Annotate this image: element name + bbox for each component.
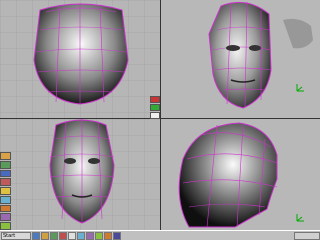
viewport-top-canvas <box>0 0 160 118</box>
viewport-front-canvas <box>0 119 160 230</box>
camera-icon[interactable] <box>0 213 11 222</box>
app-icon-5[interactable] <box>68 231 76 240</box>
viewport-top[interactable] <box>0 0 160 118</box>
app-icon-7[interactable] <box>86 231 94 240</box>
viewport-perspective[interactable] <box>161 0 320 118</box>
viewport-perspective-canvas <box>161 0 320 118</box>
white-swatch-icon[interactable] <box>150 112 160 119</box>
mid-toolbar <box>150 96 162 122</box>
system-tray[interactable] <box>294 231 320 240</box>
render-icon[interactable] <box>0 152 11 160</box>
viewport-front[interactable] <box>0 119 160 230</box>
app-icon-6[interactable] <box>77 231 85 240</box>
side-toolbar <box>0 152 12 231</box>
axis-gizmo-icon <box>296 214 304 222</box>
green-swatch-icon[interactable] <box>150 104 160 111</box>
app-icon-9[interactable] <box>104 231 112 240</box>
app-icon-2[interactable] <box>41 231 49 240</box>
app-icon-1[interactable] <box>32 231 40 240</box>
app-icon-4[interactable] <box>59 231 67 240</box>
move-icon[interactable] <box>0 169 11 178</box>
app-icon-8[interactable] <box>95 231 103 240</box>
app-icon-10[interactable] <box>113 231 121 240</box>
red-swatch-icon[interactable] <box>150 96 160 103</box>
axis-gizmo-icon <box>296 84 304 92</box>
head-mesh-top <box>33 3 129 105</box>
rotate-icon[interactable] <box>0 178 11 187</box>
taskbar: Start <box>0 230 320 240</box>
start-button[interactable]: Start <box>1 231 31 240</box>
paint-icon[interactable] <box>0 195 11 204</box>
material-icon[interactable] <box>0 222 11 231</box>
scale-icon[interactable] <box>0 187 11 195</box>
select-icon[interactable] <box>0 160 11 169</box>
app-icon-3[interactable] <box>50 231 58 240</box>
light-icon[interactable] <box>0 204 11 213</box>
